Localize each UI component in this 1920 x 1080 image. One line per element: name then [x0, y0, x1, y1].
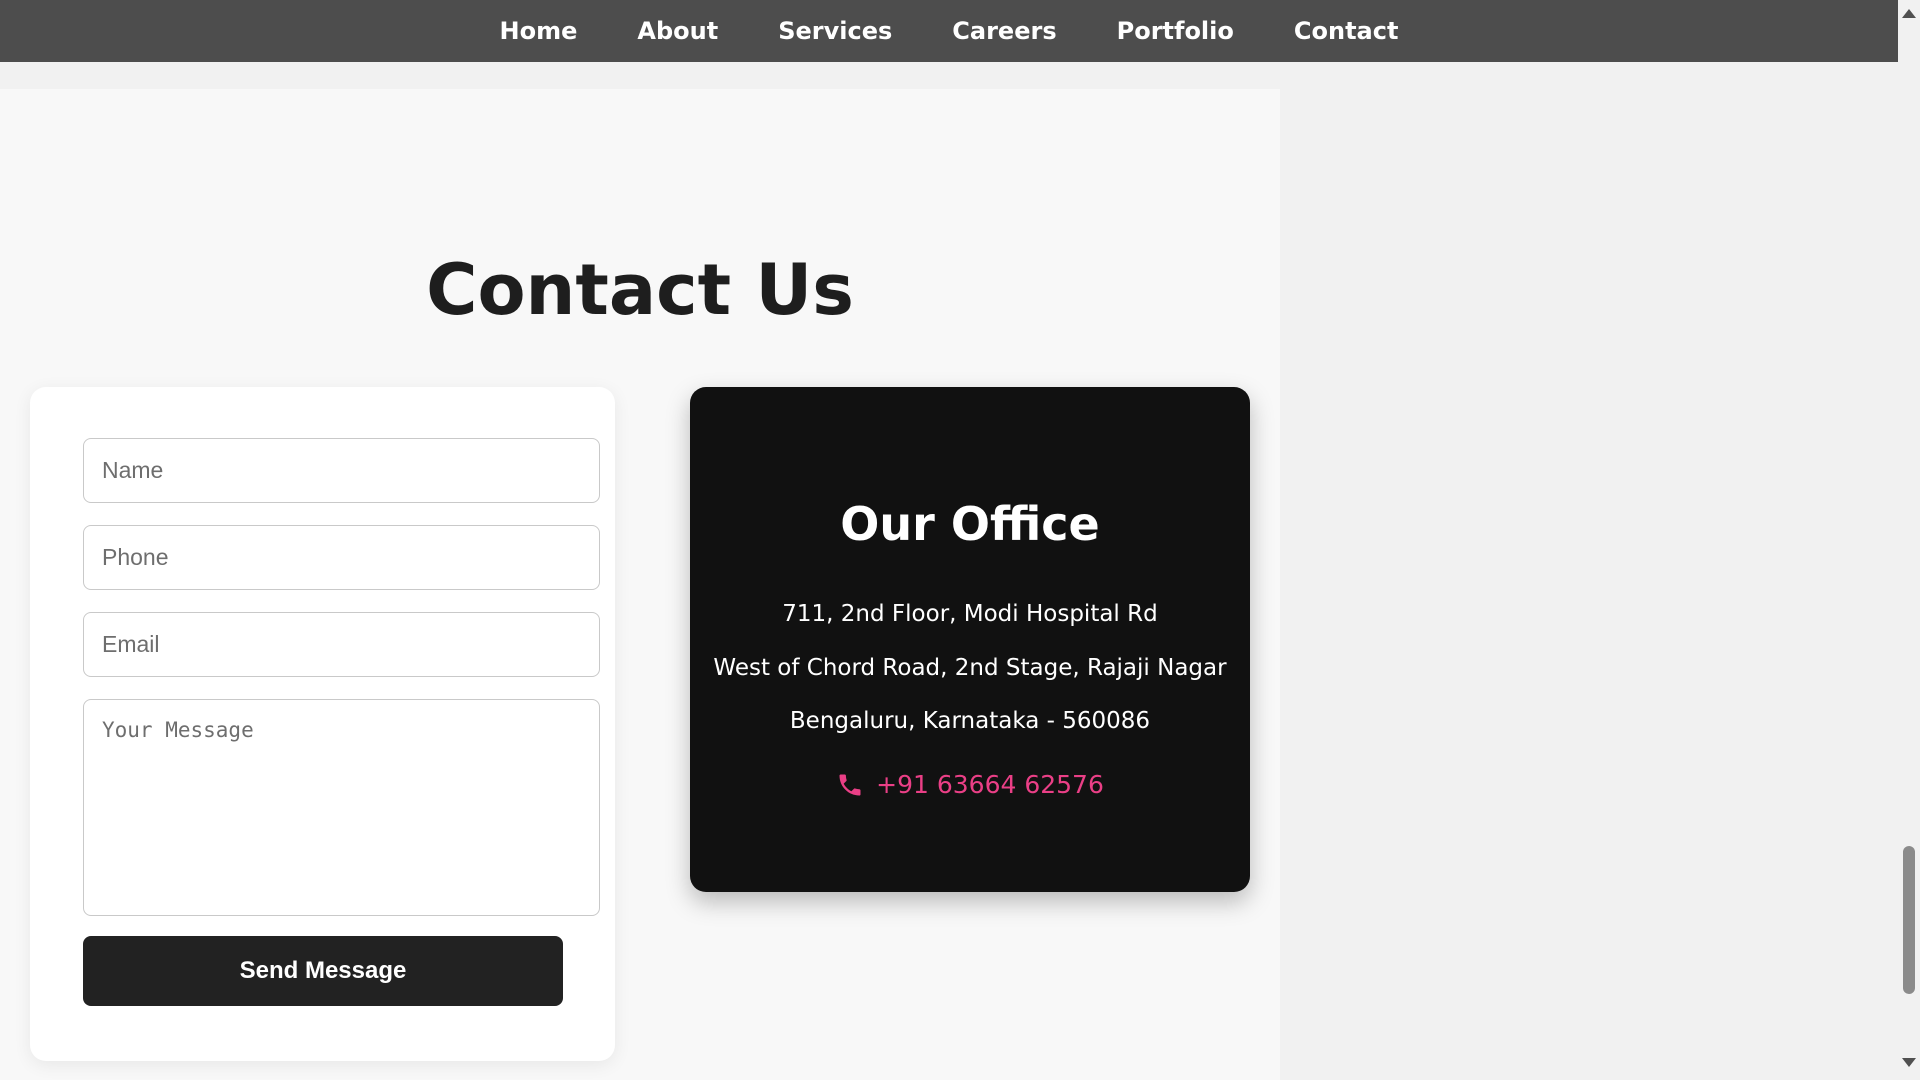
- office-address-line-3: Bengaluru, Karnataka - 560086: [789, 708, 1151, 734]
- contact-section: Contact Us Send Message Our Office 711, …: [0, 89, 1280, 1080]
- email-input[interactable]: [83, 612, 600, 677]
- office-address-line-1: 711, 2nd Floor, Modi Hospital Rd: [782, 601, 1158, 627]
- top-navigation-bar: Home About Services Careers Portfolio Co…: [0, 0, 1898, 62]
- office-address-line-2: West of Chord Road, 2nd Stage, Rajaji Na…: [713, 655, 1227, 681]
- office-info-card: Our Office 711, 2nd Floor, Modi Hospital…: [690, 387, 1250, 892]
- scrollbar-thumb[interactable]: [1903, 846, 1915, 994]
- message-textarea[interactable]: [83, 699, 600, 916]
- scroll-down-arrow-icon[interactable]: [1902, 1058, 1916, 1067]
- office-phone-number: +91 63664 62576: [876, 770, 1104, 799]
- office-title: Our Office: [840, 497, 1100, 551]
- send-message-button[interactable]: Send Message: [83, 936, 563, 1006]
- nav-link-portfolio[interactable]: Portfolio: [1117, 17, 1234, 45]
- phone-icon: [836, 771, 864, 799]
- nav-link-home[interactable]: Home: [500, 17, 578, 45]
- office-phone-link[interactable]: +91 63664 62576: [690, 770, 1250, 799]
- nav-link-about[interactable]: About: [637, 17, 718, 45]
- name-input[interactable]: [83, 438, 600, 503]
- nav-link-careers[interactable]: Careers: [952, 17, 1056, 45]
- contact-form: Send Message: [30, 387, 615, 1061]
- nav-link-services[interactable]: Services: [778, 17, 892, 45]
- phone-input[interactable]: [83, 525, 600, 590]
- page-title: Contact Us: [426, 249, 854, 331]
- page-scrollbar[interactable]: [1898, 0, 1920, 1080]
- scroll-up-arrow-icon[interactable]: [1902, 9, 1916, 18]
- nav-link-contact[interactable]: Contact: [1294, 17, 1399, 45]
